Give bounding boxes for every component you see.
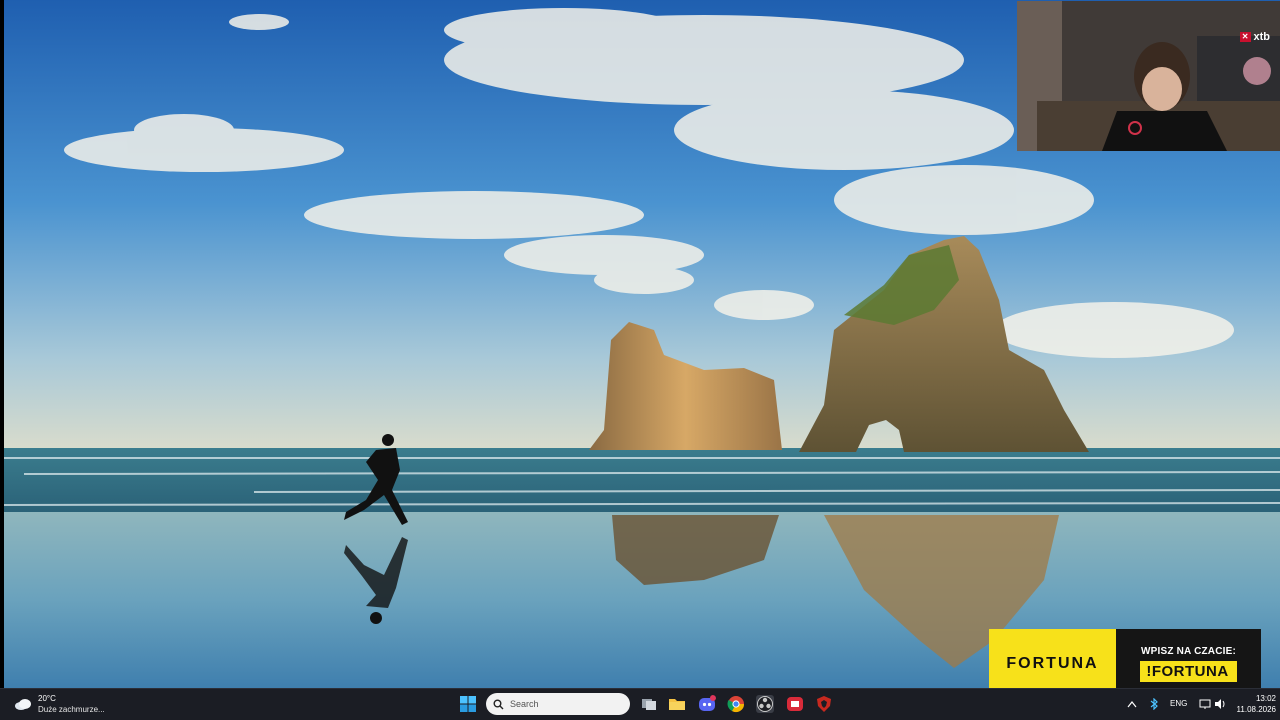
volume-icon[interactable]: [1214, 698, 1226, 710]
weather-temperature: 20°C: [38, 694, 56, 703]
webcam-overlay: ✕ xtb: [1017, 1, 1280, 151]
taskbar-clock[interactable]: 13:02 11.08.2026: [1237, 693, 1276, 715]
search-icon: [493, 699, 504, 709]
xtb-logo-text: xtb: [1253, 31, 1271, 43]
shield-app-icon[interactable]: [815, 695, 833, 713]
red-app-icon[interactable]: [786, 695, 804, 713]
taskbar: 20°C Duże zachmurze... Search ENG 13:02 …: [0, 688, 1280, 720]
chat-command-badge: !FORTUNA: [1140, 661, 1237, 682]
file-explorer-icon[interactable]: [668, 695, 686, 713]
taskbar-search-box[interactable]: Search: [486, 693, 630, 715]
search-placeholder: Search: [510, 699, 539, 709]
chat-instruction: WPISZ NA CZACIE:: [1140, 646, 1237, 657]
xtb-logo: ✕ xtb: [1239, 31, 1271, 43]
discord-icon[interactable]: [698, 695, 716, 713]
streamer-camera-feed: [1017, 1, 1280, 151]
task-view-icon[interactable]: [640, 695, 658, 713]
fortuna-logo: FORTUNA: [1006, 655, 1099, 672]
weather-description: Duże zachmurze...: [38, 705, 105, 714]
clock-date: 11.08.2026: [1236, 705, 1276, 714]
windows-start-icon[interactable]: [459, 695, 477, 713]
language-indicator[interactable]: ENG: [1170, 699, 1187, 708]
network-icon[interactable]: [1199, 698, 1211, 710]
weather-widget[interactable]: 20°C Duże zachmurze...: [14, 693, 105, 715]
cloud-icon: [15, 699, 31, 710]
chrome-icon[interactable]: [727, 695, 745, 713]
bluetooth-icon[interactable]: [1149, 698, 1159, 710]
chevron-up-icon[interactable]: [1127, 700, 1137, 708]
obs-icon[interactable]: [756, 695, 774, 713]
clock-time: 13:02: [1255, 694, 1276, 703]
